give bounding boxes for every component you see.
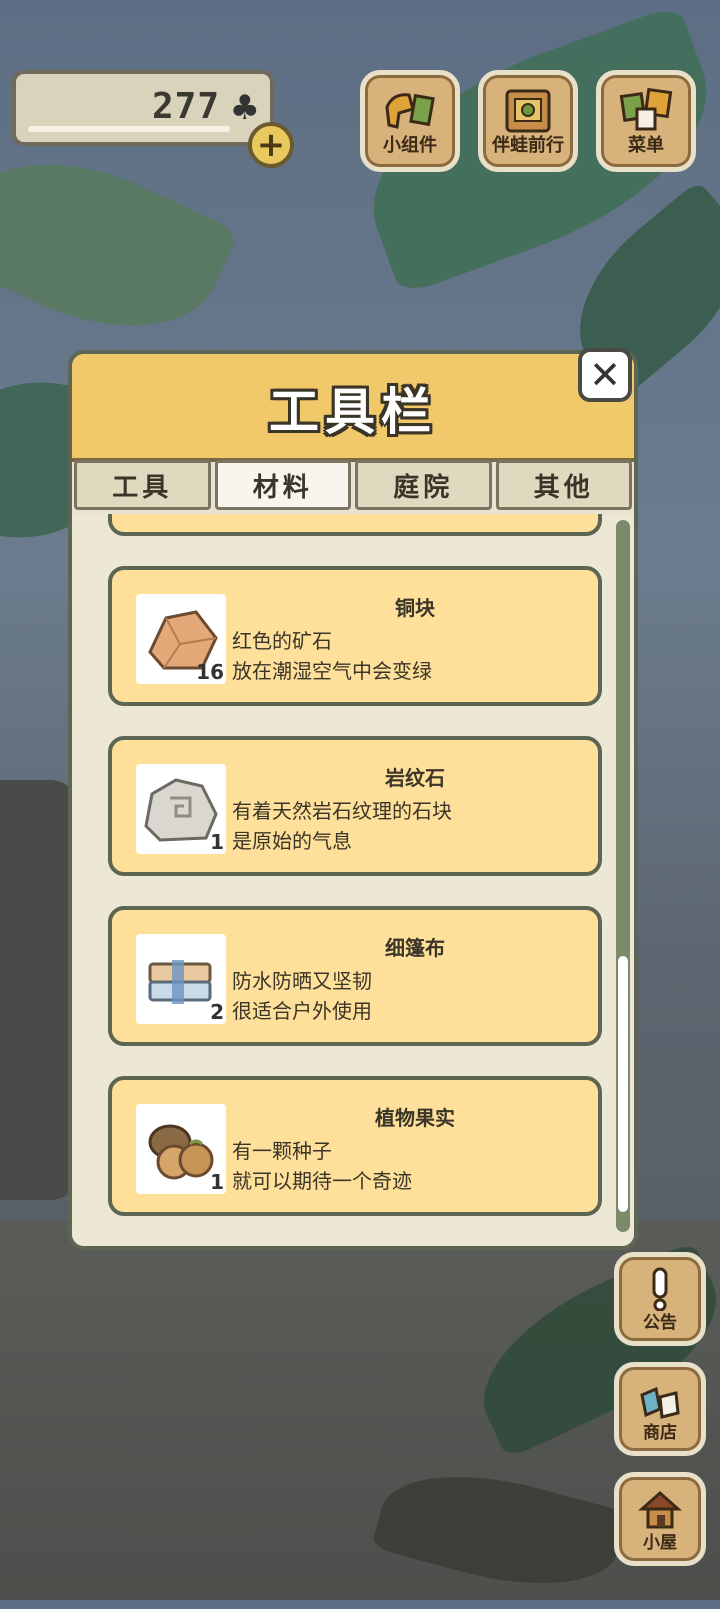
item-thumbnail: 1 <box>136 764 226 854</box>
item-description: 红色的矿石 放在潮湿空气中会变绿 <box>232 626 432 686</box>
item-quantity: 1 <box>210 830 224 854</box>
journey-label: 伴蛙前行 <box>492 135 564 156</box>
background-leaf <box>0 122 240 368</box>
panel-tabs: 工具 材料 庭院 其他 <box>72 460 634 510</box>
tab-tools[interactable]: 工具 <box>74 460 211 510</box>
list-item[interactable]: 16 铜块 红色的矿石 放在潮湿空气中会变绿 <box>108 566 602 706</box>
shop-label: 商店 <box>643 1423 677 1443</box>
clover-icon: ♣ <box>229 88 260 128</box>
widget-icon <box>385 93 435 129</box>
item-description: 防水防晒又坚韧 很适合户外使用 <box>232 966 372 1026</box>
materials-list[interactable]: 16 铜块 红色的矿石 放在潮湿空气中会变绿 1 岩纹石 有着天然岩石纹理的石块… <box>72 514 634 1246</box>
panel-header: 工具栏 ✕ <box>72 348 634 462</box>
notice-icon <box>652 1267 668 1311</box>
item-thumbnail: 1 <box>136 1104 226 1194</box>
menu-button[interactable]: 菜单 <box>596 70 696 172</box>
item-desc-line: 就可以期待一个奇迹 <box>232 1169 412 1193</box>
tab-yard[interactable]: 庭院 <box>355 460 492 510</box>
scrollbar-thumb[interactable] <box>618 956 628 1212</box>
item-desc-line: 有着天然岩石纹理的石块 <box>232 799 452 823</box>
tab-other[interactable]: 其他 <box>495 460 632 510</box>
item-desc-line: 有一颗种子 <box>232 1139 332 1163</box>
item-thumbnail: 16 <box>136 594 226 684</box>
house-button[interactable]: 小屋 <box>614 1472 706 1566</box>
item-description: 有着天然岩石纹理的石块 是原始的气息 <box>232 796 452 856</box>
item-quantity: 1 <box>210 1170 224 1194</box>
panel-title: 工具栏 <box>269 383 437 441</box>
widget-button[interactable]: 小组件 <box>360 70 460 172</box>
item-name: 岩纹石 <box>385 766 445 790</box>
item-thumbnail: 2 <box>136 934 226 1024</box>
add-clover-button[interactable]: + <box>248 122 294 168</box>
shop-button[interactable]: 商店 <box>614 1362 706 1456</box>
item-desc-line: 红色的矿石 <box>232 629 332 653</box>
list-item[interactable] <box>108 514 602 536</box>
house-icon <box>638 1490 682 1529</box>
journey-icon <box>505 89 551 133</box>
widget-label: 小组件 <box>383 135 437 156</box>
journey-button[interactable]: 伴蛙前行 <box>478 70 578 172</box>
item-name: 铜块 <box>395 596 435 620</box>
item-desc-line: 放在潮湿空气中会变绿 <box>232 659 432 683</box>
menu-icon <box>619 87 673 131</box>
item-desc-line: 防水防晒又坚韧 <box>232 969 372 993</box>
item-description: 有一颗种子 就可以期待一个奇迹 <box>232 1136 412 1196</box>
notice-label: 公告 <box>643 1313 677 1333</box>
item-quantity: 2 <box>210 1000 224 1024</box>
item-desc-line: 很适合户外使用 <box>232 999 372 1023</box>
item-desc-line: 是原始的气息 <box>232 829 352 853</box>
clover-bar <box>28 126 230 132</box>
notice-button[interactable]: 公告 <box>614 1252 706 1346</box>
item-name: 细篷布 <box>385 936 445 960</box>
clover-count: 277 <box>151 86 220 127</box>
close-button[interactable]: ✕ <box>578 348 632 402</box>
list-item[interactable]: 2 细篷布 防水防晒又坚韧 很适合户外使用 <box>108 906 602 1046</box>
toolbar-panel: 工具栏 ✕ 工具 材料 庭院 其他 16 铜块 红色的矿石 放在潮湿空气中会变绿 <box>68 348 638 1250</box>
list-item[interactable]: 1 植物果实 有一颗种子 就可以期待一个奇迹 <box>108 1076 602 1216</box>
list-item[interactable]: 1 岩纹石 有着天然岩石纹理的石块 是原始的气息 <box>108 736 602 876</box>
house-label: 小屋 <box>643 1533 677 1553</box>
clover-counter: 277 ♣ <box>12 70 274 146</box>
list-scrollbar[interactable] <box>616 520 630 1232</box>
item-quantity: 16 <box>196 660 224 684</box>
menu-label: 菜单 <box>628 135 664 156</box>
tab-materials[interactable]: 材料 <box>214 460 351 510</box>
shop-icon <box>640 1386 680 1419</box>
item-name: 植物果实 <box>375 1106 455 1130</box>
